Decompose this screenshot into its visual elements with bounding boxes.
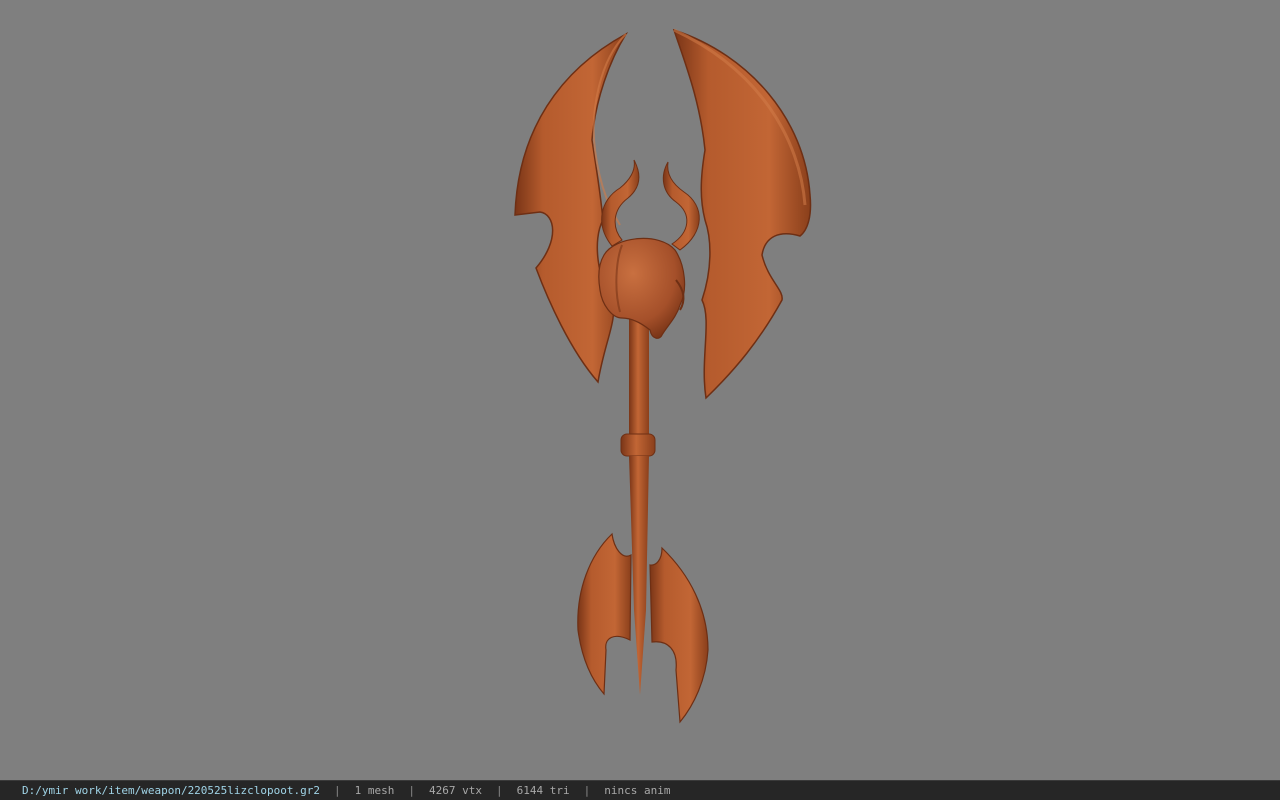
status-separator: | [583, 784, 591, 797]
status-bar: D:/ymir work/item/weapon/220525lizclopoo… [0, 780, 1280, 800]
animation-status: nincs anim [604, 784, 671, 797]
skull-horns [601, 159, 700, 251]
3d-viewport[interactable] [0, 0, 1280, 780]
right-lower-blade [649, 546, 709, 724]
status-separator: | [334, 784, 341, 797]
status-separator: | [496, 784, 503, 797]
file-path: D:/ymir work/item/weapon/220525lizclopoo… [22, 784, 321, 797]
axe-model-render [514, 28, 812, 724]
status-separator: | [408, 784, 416, 797]
triangle-count: 6144 tri [516, 784, 570, 797]
left-lower-blade [577, 532, 632, 696]
mesh-count: 1 mesh [354, 784, 395, 797]
vertex-count: 4267 vtx [429, 784, 482, 797]
